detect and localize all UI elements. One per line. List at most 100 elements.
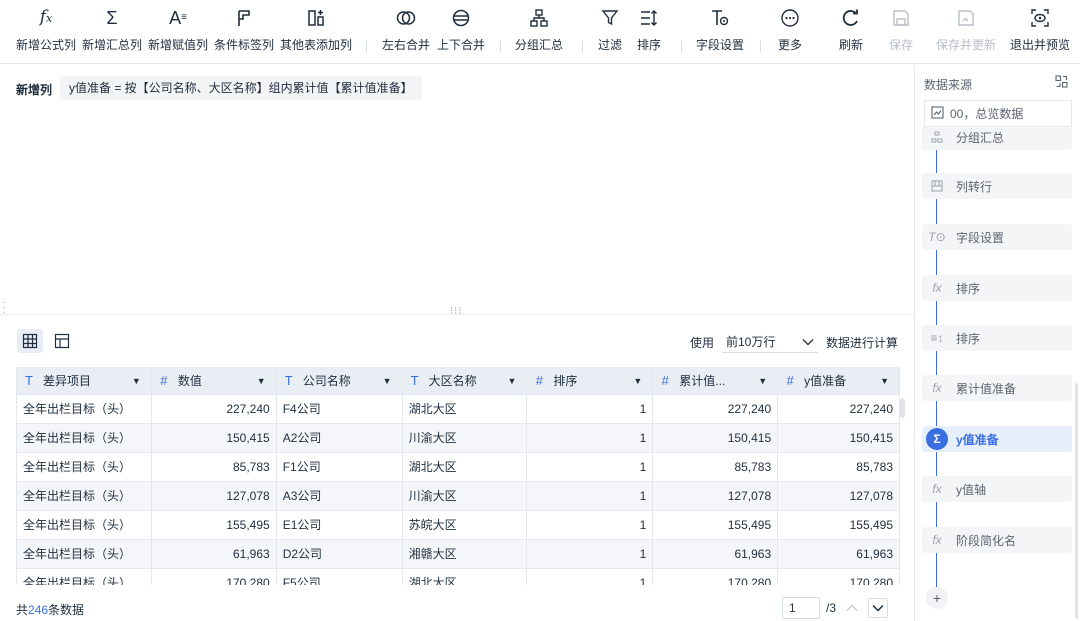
- table-cell: F5公司: [277, 569, 403, 585]
- pagination: 1 /3: [782, 597, 889, 619]
- formula-icon: fx: [932, 381, 942, 395]
- caret-down-icon[interactable]: ▼: [383, 367, 392, 394]
- table-cell: 127,078: [653, 482, 779, 510]
- column-header[interactable]: # 数值 ▼: [152, 367, 277, 394]
- table-row[interactable]: 全年出栏目标（头） 227,240 F4公司 湖北大区 1 227,240 22…: [17, 395, 900, 424]
- merge-top-bottom-button[interactable]: 上下合并: [437, 6, 485, 53]
- page-number-input[interactable]: 1: [782, 597, 820, 619]
- caret-down-icon[interactable]: ▼: [508, 367, 517, 394]
- flow-step-y-value[interactable]: Σ y值准备: [922, 426, 1072, 452]
- number-type-icon: #: [786, 372, 794, 388]
- table-cell: F4公司: [277, 395, 403, 423]
- table-cell: 170,280: [778, 569, 900, 585]
- table-row[interactable]: 全年出栏目标（头） 155,495 E1公司 苏皖大区 1 155,495 15…: [17, 511, 900, 540]
- group-summary-button[interactable]: 分组汇总: [515, 6, 563, 53]
- caret-down-icon[interactable]: ▼: [633, 367, 642, 394]
- table-cell: E1公司: [277, 511, 403, 539]
- formula-icon: fx: [39, 7, 53, 27]
- more-button[interactable]: 更多: [778, 6, 802, 53]
- add-assign-column-button[interactable]: A ≡ 新增赋值列: [148, 6, 208, 53]
- column-header[interactable]: # y值准备 ▼: [778, 367, 900, 394]
- formula-expression-chip[interactable]: y值准备 = 按【公司名称、大区名称】组内累计值【累计值准备】: [60, 76, 422, 100]
- add-summary-column-button[interactable]: Σ 新增汇总列: [82, 6, 142, 53]
- table-row[interactable]: 全年出栏目标（头） 85,783 F1公司 湖北大区 1 85,783 85,7…: [17, 453, 900, 482]
- caret-down-icon[interactable]: ▼: [132, 367, 141, 394]
- column-header[interactable]: T 大区名称 ▼: [403, 367, 528, 394]
- flow-step-y-axis[interactable]: fx y值轴: [922, 476, 1072, 502]
- caret-down-icon[interactable]: ▼: [758, 367, 767, 394]
- flow-step-group[interactable]: 分组汇总: [922, 124, 1072, 150]
- table-row[interactable]: 全年出栏目标（头） 170,280 F5公司 湖北大区 1 170,280 17…: [17, 569, 900, 585]
- merge-tb-icon: [449, 6, 473, 30]
- table-cell: 全年出栏目标（头）: [17, 395, 152, 423]
- save-update-icon: [954, 6, 978, 30]
- table-row[interactable]: 全年出栏目标（头） 61,963 D2公司 湘赣大区 1 61,963 61,9…: [17, 540, 900, 569]
- layout-view-button[interactable]: [49, 329, 75, 353]
- previous-page-button[interactable]: [842, 598, 862, 618]
- table-row[interactable]: 全年出栏目标（头） 127,078 A3公司 川渝大区 1 127,078 12…: [17, 482, 900, 511]
- field-settings-button[interactable]: 字段设置: [696, 6, 744, 53]
- next-page-button[interactable]: [868, 598, 889, 618]
- formula-icon: fx: [932, 533, 942, 547]
- table-cell: 湖北大区: [403, 395, 528, 423]
- toolbar-divider: [582, 40, 583, 52]
- plus-icon: +: [932, 590, 942, 606]
- data-source-item[interactable]: 00，总览数据: [924, 100, 1072, 127]
- caret-down-icon[interactable]: ▼: [880, 367, 889, 394]
- table-scrollbar[interactable]: [900, 398, 905, 418]
- flow-step-field-settings[interactable]: T⊙ 字段设置: [922, 224, 1072, 250]
- sample-size-select[interactable]: 前10万行: [721, 331, 818, 353]
- add-column-from-table-button[interactable]: 其他表添加列: [280, 6, 352, 53]
- flow-step-column-to-row[interactable]: 列转行: [922, 173, 1072, 199]
- condition-tag-column-button[interactable]: 条件标签列: [214, 6, 274, 53]
- table-cell: 227,240: [778, 395, 900, 423]
- table-cell: 全年出栏目标（头）: [17, 511, 152, 539]
- table-cell: F1公司: [277, 453, 403, 481]
- page-total: /3: [826, 601, 837, 615]
- flow-step-sort[interactable]: ≡↕ 排序: [922, 325, 1072, 351]
- sigma-icon: Σ: [926, 428, 948, 450]
- add-step-button[interactable]: +: [926, 587, 948, 609]
- table-header-row: T 差异项目 ▼ # 数值 ▼ T 公司名称 ▼ T 大区名称 ▼ # 排序 ▼ # 累计值... ▼ …: [17, 367, 900, 395]
- table-cell: 1: [527, 569, 654, 585]
- text-type-icon: T: [284, 372, 293, 388]
- table-cell: 127,078: [152, 482, 277, 510]
- filter-button[interactable]: 过滤: [598, 6, 622, 53]
- more-icon: [778, 6, 802, 30]
- sort-button[interactable]: 排序: [637, 6, 661, 53]
- save-and-update-button[interactable]: 保存并更新: [936, 6, 996, 53]
- table-row[interactable]: 全年出栏目标（头） 150,415 A2公司 川渝大区 1 150,415 15…: [17, 424, 900, 453]
- caret-down-icon[interactable]: ▼: [257, 367, 266, 394]
- panel-scrollbar[interactable]: [1075, 383, 1078, 619]
- table-cell: 1: [527, 540, 654, 568]
- number-type-icon: #: [535, 372, 544, 388]
- add-formula-column-button[interactable]: fx 新增公式列: [16, 6, 76, 53]
- column-header[interactable]: # 排序 ▼: [527, 367, 654, 394]
- table-cell: 1: [527, 511, 654, 539]
- flow-step-stage-name[interactable]: fx 阶段简化名: [922, 527, 1072, 553]
- sample-prefix: 使用: [689, 335, 714, 350]
- assign-icon: A ≡: [169, 8, 187, 28]
- vertical-drag-handle-icon[interactable]: · · ·: [2, 298, 5, 318]
- refresh-button[interactable]: 刷新: [839, 6, 863, 53]
- flow-step-sort-formula[interactable]: fx 排序: [922, 275, 1072, 301]
- table-cell: 湘赣大区: [403, 540, 528, 568]
- table-cell: 1: [527, 395, 654, 423]
- expand-icon[interactable]: [1055, 75, 1068, 91]
- column-header[interactable]: T 公司名称 ▼: [277, 367, 403, 394]
- table-cell: 1: [527, 482, 654, 510]
- table-cell: 61,963: [653, 540, 779, 568]
- text-type-icon: T: [25, 372, 33, 388]
- table-cell: 227,240: [653, 395, 779, 423]
- column-header[interactable]: T 差异项目 ▼: [17, 367, 152, 394]
- column-to-row-icon: [926, 175, 948, 197]
- column-header[interactable]: # 累计值... ▼: [653, 367, 779, 394]
- exit-preview-button[interactable]: 退出并预览: [1010, 6, 1070, 53]
- flow-step-cumulative[interactable]: fx 累计值准备: [922, 375, 1072, 401]
- toolbar-divider: [760, 40, 761, 52]
- grid-view-button[interactable]: [17, 329, 43, 353]
- save-button[interactable]: 保存: [889, 6, 913, 53]
- toolbar-divider: [681, 40, 682, 52]
- merge-left-right-button[interactable]: 左右合并: [382, 6, 430, 53]
- preview-icon: [1028, 6, 1052, 30]
